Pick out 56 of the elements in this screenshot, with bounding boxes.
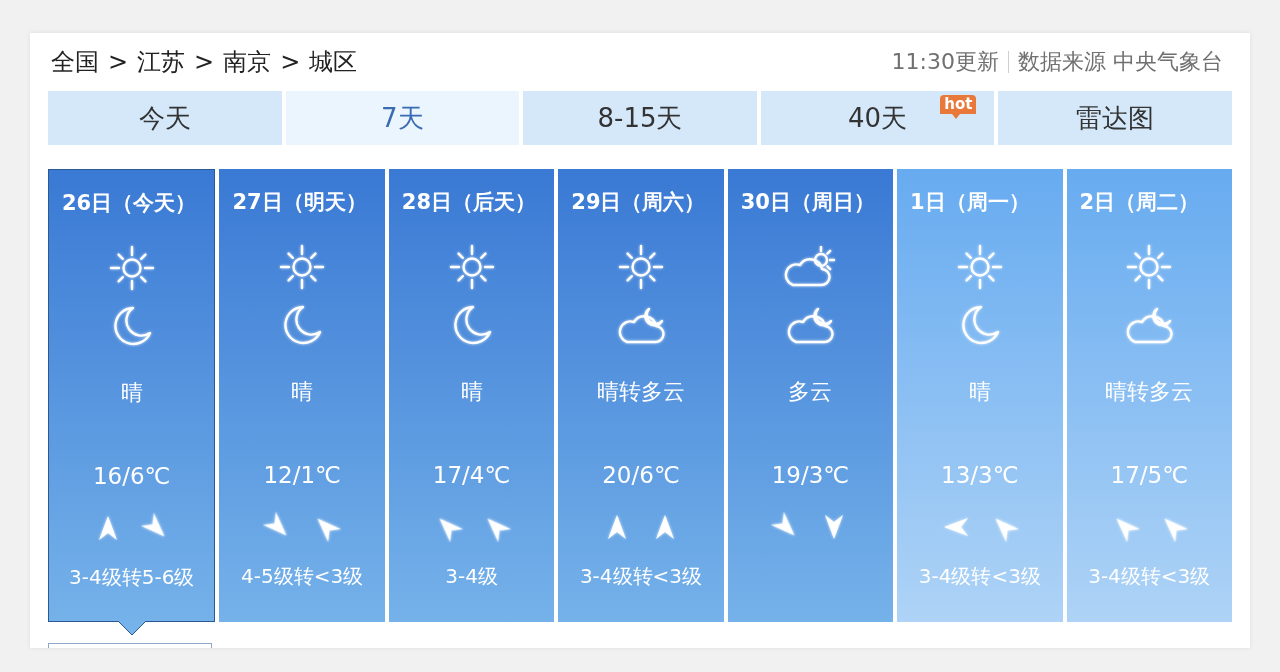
temperature-range: 16/6℃ xyxy=(92,462,171,491)
day-date: 2日（周二） xyxy=(1079,189,1200,216)
cloud-moon-icon xyxy=(785,305,836,345)
weather-condition: 晴 xyxy=(460,378,483,406)
day-date: 1日（周一） xyxy=(910,189,1030,216)
breadcrumb-separator: > xyxy=(194,48,215,76)
arrow-icon xyxy=(97,515,118,541)
day-date: 29日（周六） xyxy=(571,189,706,216)
weather-condition: 多云 xyxy=(788,378,833,406)
wind-level: 4-5级转<3级 xyxy=(241,563,364,589)
wind-level: 3-4级 xyxy=(445,563,498,589)
temperature-range: 20/6℃ xyxy=(602,461,680,490)
forecast-tab[interactable]: 40天 hot xyxy=(760,91,995,145)
cloud-moon-icon xyxy=(1124,305,1175,345)
arrow-icon xyxy=(942,517,969,537)
weather-condition: 晴转多云 xyxy=(1105,378,1194,406)
day-card[interactable]: 29日（周六） 晴转多云 20/6℃ 3-4级转<3级 xyxy=(558,169,724,622)
cloud-sun-icon xyxy=(783,246,838,288)
wind-level: 3-4级转<3级 xyxy=(1088,563,1211,589)
weather-condition: 晴 xyxy=(968,378,991,406)
forecast-tab[interactable]: 8-15天 xyxy=(523,91,757,145)
day-date: 28日（后天） xyxy=(401,189,537,216)
temperature-range: 17/5℃ xyxy=(1110,461,1188,490)
temperature-range: 12/1℃ xyxy=(263,461,341,490)
temperature-range: 19/3℃ xyxy=(771,461,850,490)
wind-level: 3-4级转<3级 xyxy=(918,563,1041,589)
breadcrumb-link[interactable]: 城区 xyxy=(309,46,358,78)
selection-pointer xyxy=(117,621,146,636)
weather-condition: 晴转多云 xyxy=(596,378,685,406)
day-date: 27日（明天） xyxy=(232,189,367,216)
arrow-icon xyxy=(606,514,627,540)
arrow-icon xyxy=(824,514,845,540)
day-card[interactable]: 27日（明天） 晴 12/1℃ 4-5级转<3级 xyxy=(219,169,385,622)
breadcrumb-separator: > xyxy=(280,48,301,76)
breadcrumb-link[interactable]: 全国 xyxy=(51,46,99,78)
day-card[interactable]: 28日（后天） 晴 17/4℃ 3-4级 xyxy=(388,169,555,622)
moon-icon xyxy=(281,304,324,346)
forecast-tab[interactable]: 7天 xyxy=(285,91,520,145)
weather-condition: 晴 xyxy=(291,378,314,406)
forecast-tab[interactable]: 雷达图 xyxy=(998,91,1232,145)
breadcrumb-link[interactable]: 南京 xyxy=(223,46,272,78)
day-card[interactable]: 30日（周日） 多云 19/3℃ xyxy=(727,169,894,622)
hot-badge: hot xyxy=(940,95,977,119)
wind-level: 3-4级转<3级 xyxy=(579,563,703,589)
temperature-range: 13/3℃ xyxy=(941,461,1019,490)
wind-level: 3-4级转5-6级 xyxy=(69,564,195,590)
update-time: 11:30更新 xyxy=(891,48,999,76)
day-date: 30日（周日） xyxy=(740,189,875,216)
breadcrumb-link[interactable]: 江苏 xyxy=(137,46,186,78)
data-source: 数据来源 中央气象台 xyxy=(1018,48,1223,76)
forecast-tab[interactable]: 今天 xyxy=(48,91,282,145)
temperature-range: 17/4℃ xyxy=(432,461,511,490)
weather-condition: 晴 xyxy=(120,379,143,407)
arrow-icon xyxy=(654,514,675,540)
day-date: 26日（今天） xyxy=(62,190,197,217)
breadcrumb-separator: > xyxy=(108,48,129,76)
